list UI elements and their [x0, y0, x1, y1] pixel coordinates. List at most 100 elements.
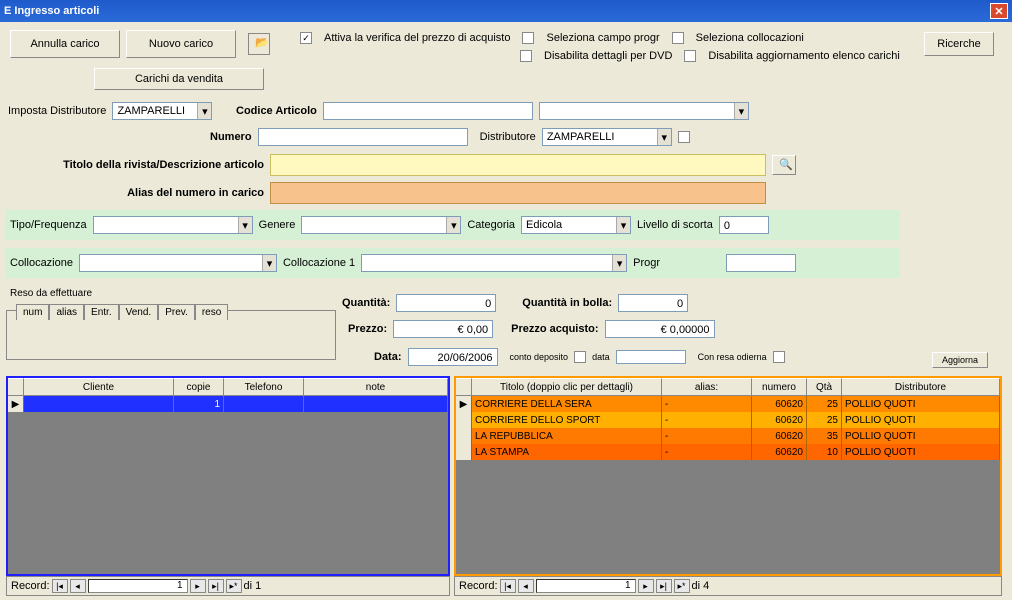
tool-icon[interactable]: 📂: [248, 33, 270, 55]
tab-vend[interactable]: Vend.: [119, 304, 159, 320]
left-h-telefono[interactable]: Telefono: [224, 378, 304, 395]
rec-next-icon[interactable]: ▸: [190, 579, 206, 593]
left-h-cliente[interactable]: Cliente: [24, 378, 174, 395]
left-h-note[interactable]: note: [304, 378, 448, 395]
tab-entr[interactable]: Entr.: [84, 304, 119, 320]
tab-prev[interactable]: Prev.: [158, 304, 195, 320]
prezzo-input[interactable]: € 0,00: [393, 320, 493, 338]
categoria-combo[interactable]: Edicola▾: [521, 216, 631, 234]
imposta-dist-label: Imposta Distributore: [8, 105, 106, 117]
quantita-bolla-input[interactable]: 0: [618, 294, 688, 312]
genere-combo[interactable]: ▾: [301, 216, 461, 234]
imposta-dist-combo[interactable]: ZAMPARELLI▾: [112, 102, 212, 120]
resa-check[interactable]: [773, 351, 785, 363]
right-recnav: Record: |◂ ◂ 1 ▸ ▸| ▸* di 4: [454, 576, 1002, 596]
rec-new-icon[interactable]: ▸*: [226, 579, 242, 593]
tab-reso[interactable]: reso: [195, 304, 228, 320]
right-h-dist[interactable]: Distributore: [842, 378, 1000, 395]
codice-input[interactable]: [323, 102, 533, 120]
rec-index[interactable]: 1: [88, 579, 188, 593]
titolo-zoom-icon[interactable]: 🔍: [772, 155, 796, 175]
check-dis-agg[interactable]: [684, 50, 696, 62]
livello-input[interactable]: 0: [719, 216, 769, 234]
numero-label: Numero: [210, 131, 252, 143]
left-recnav: Record: |◂ ◂ 1 ▸ ▸| ▸* di 1: [6, 576, 450, 596]
titolo-input[interactable]: [270, 154, 766, 176]
resa-label: Con resa odierna: [698, 352, 767, 362]
rec-first-icon[interactable]: |◂: [52, 579, 68, 593]
rec-prev-icon[interactable]: ◂: [518, 579, 534, 593]
ricerche-button[interactable]: Ricerche: [924, 32, 994, 56]
check-sel-colloc[interactable]: [672, 32, 684, 44]
prezzo-acq-input[interactable]: € 0,00000: [605, 320, 715, 338]
quantita-input[interactable]: 0: [396, 294, 496, 312]
rec-prev-icon[interactable]: ◂: [70, 579, 86, 593]
left-grid-header: Cliente copie Telefono note: [8, 378, 448, 396]
table-row[interactable]: LA REPUBBLICA - 60620 35 POLLIO QUOTI: [456, 428, 1000, 444]
right-h-qta[interactable]: Qtà: [807, 378, 842, 395]
rec-last-icon[interactable]: ▸|: [208, 579, 224, 593]
titolo-label: Titolo della rivista/Descrizione articol…: [8, 159, 264, 171]
rec-first-icon[interactable]: |◂: [500, 579, 516, 593]
genere-label: Genere: [259, 219, 296, 231]
table-row[interactable]: CORRIERE DELLO SPORT - 60620 25 POLLIO Q…: [456, 412, 1000, 428]
check-sel-progr-label: Seleziona campo progr: [546, 32, 659, 44]
nuovo-button[interactable]: Nuovo carico: [126, 30, 236, 58]
left-row-empty[interactable]: ▶ 1: [8, 396, 448, 412]
rec-index[interactable]: 1: [536, 579, 636, 593]
aggiorna-button[interactable]: Aggiorna: [932, 352, 988, 368]
check-sel-progr[interactable]: [522, 32, 534, 44]
colloc1-label: Collocazione 1: [283, 257, 355, 269]
categoria-label: Categoria: [467, 219, 515, 231]
distributore-combo[interactable]: ZAMPARELLI▾: [542, 128, 672, 146]
livello-label: Livello di scorta: [637, 219, 713, 231]
codice-combo[interactable]: ▾: [539, 102, 749, 120]
left-rec-label: Record:: [11, 580, 50, 592]
check-dis-agg-label: Disabilita aggiornamento elenco carichi: [708, 50, 899, 62]
data-input[interactable]: 20/06/2006: [408, 348, 498, 366]
window-title: E Ingresso articoli: [4, 5, 99, 17]
tab-num[interactable]: num: [16, 304, 49, 320]
right-rec-total: di 4: [692, 580, 710, 592]
colloc1-combo[interactable]: ▾: [361, 254, 627, 272]
reso-title: Reso da effettuare: [10, 288, 92, 299]
right-h-alias[interactable]: alias:: [662, 378, 752, 395]
rec-next-icon[interactable]: ▸: [638, 579, 654, 593]
check-attiva-label: Attiva la verifica del prezzo di acquist…: [324, 32, 510, 44]
data2-input[interactable]: [616, 350, 686, 364]
alias-label: Alias del numero in carico: [40, 187, 264, 199]
dist-check[interactable]: [678, 131, 690, 143]
numero-input[interactable]: [258, 128, 468, 146]
distributore-label: Distributore: [480, 131, 536, 143]
carichi-button[interactable]: Carichi da vendita: [94, 68, 264, 90]
conto-dep-check[interactable]: [574, 351, 586, 363]
tipo-combo[interactable]: ▾: [93, 216, 253, 234]
prezzo-label: Prezzo:: [348, 323, 387, 335]
close-icon[interactable]: ✕: [990, 3, 1008, 19]
right-grid-header: Titolo (doppio clic per dettagli) alias:…: [456, 378, 1000, 396]
data2-label: data: [592, 352, 610, 362]
table-row[interactable]: ▶ CORRIERE DELLA SERA - 60620 25 POLLIO …: [456, 396, 1000, 412]
table-row[interactable]: LA STAMPA - 60620 10 POLLIO QUOTI: [456, 444, 1000, 460]
conto-dep-label: conto deposito: [510, 352, 569, 362]
check-dis-dvd[interactable]: [520, 50, 532, 62]
right-h-numero[interactable]: numero: [752, 378, 807, 395]
progr-label: Progr: [633, 257, 660, 269]
right-h-titolo[interactable]: Titolo (doppio clic per dettagli): [472, 378, 662, 395]
check-dis-dvd-label: Disabilita dettagli per DVD: [544, 50, 672, 62]
data-label: Data:: [374, 351, 402, 363]
left-grid: Cliente copie Telefono note ▶ 1: [6, 376, 450, 576]
quantita-label: Quantità:: [342, 297, 390, 309]
right-grid: Titolo (doppio clic per dettagli) alias:…: [454, 376, 1002, 576]
left-h-copie[interactable]: copie: [174, 378, 224, 395]
codice-label: Codice Articolo: [236, 105, 317, 117]
left-rec-total: di 1: [244, 580, 262, 592]
colloc-combo[interactable]: ▾: [79, 254, 277, 272]
check-attiva[interactable]: [300, 32, 312, 44]
progr-input[interactable]: [726, 254, 796, 272]
alias-input[interactable]: [270, 182, 766, 204]
annulla-button[interactable]: Annulla carico: [10, 30, 120, 58]
rec-new-icon[interactable]: ▸*: [674, 579, 690, 593]
rec-last-icon[interactable]: ▸|: [656, 579, 672, 593]
tab-alias[interactable]: alias: [49, 304, 84, 320]
